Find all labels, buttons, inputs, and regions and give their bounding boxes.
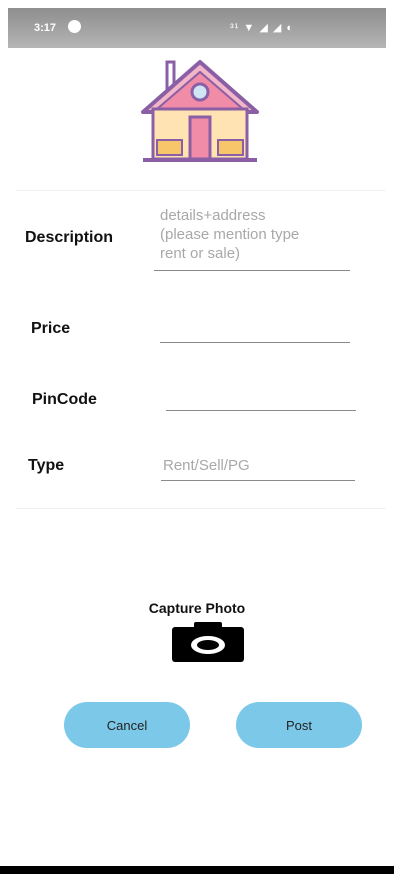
cancel-button[interactable]: Cancel bbox=[64, 702, 190, 748]
status-bar: 3:17 ³¹ ▼ ◢ ◢ ◐ bbox=[8, 8, 386, 48]
navigation-bar bbox=[0, 866, 394, 874]
camera-icon[interactable] bbox=[169, 622, 247, 662]
description-input[interactable]: details+address (please mention type ren… bbox=[154, 206, 350, 271]
post-property-screen: 3:17 ³¹ ▼ ◢ ◢ ◐ Description details+addr… bbox=[0, 0, 394, 874]
description-label: Description bbox=[25, 229, 114, 246]
pincode-input[interactable] bbox=[166, 382, 356, 411]
capture-photo-label: Capture Photo bbox=[148, 600, 246, 616]
pincode-label: PinCode bbox=[32, 391, 97, 408]
post-button[interactable]: Post bbox=[236, 702, 362, 748]
type-label: Type bbox=[28, 457, 65, 474]
price-input[interactable] bbox=[160, 314, 350, 343]
status-icons: ³¹ ▼ ◢ ◢ ◐ bbox=[230, 22, 295, 34]
type-input[interactable]: Rent/Sell/PG bbox=[161, 456, 355, 481]
form-bottom-divider bbox=[16, 508, 386, 509]
status-time: 3:17 bbox=[34, 22, 57, 34]
form-top-divider bbox=[16, 190, 386, 191]
price-label: Price bbox=[31, 320, 71, 337]
house-icon bbox=[141, 60, 259, 162]
property-form: Description details+address (please ment… bbox=[8, 190, 386, 510]
status-app-icon bbox=[68, 20, 81, 33]
